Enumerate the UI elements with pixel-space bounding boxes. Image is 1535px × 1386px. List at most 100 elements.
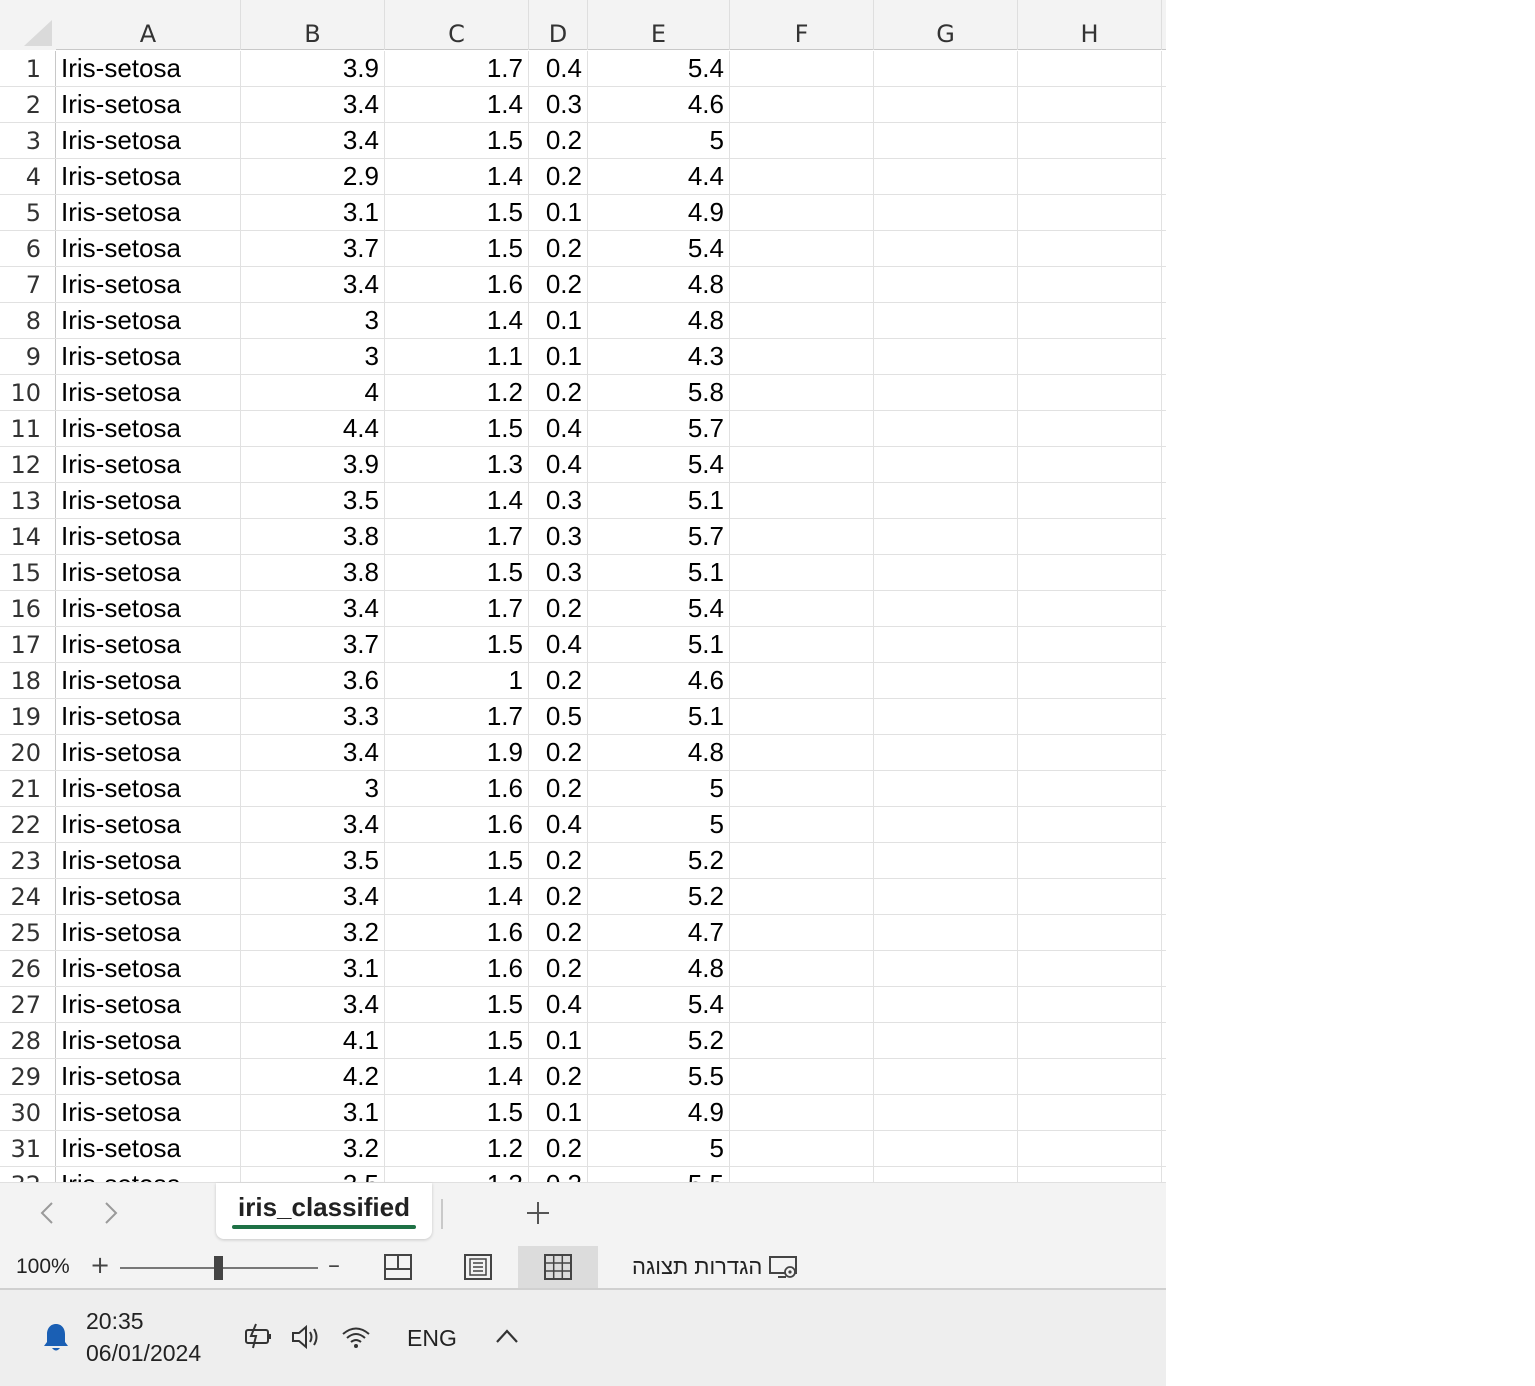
cell-e4[interactable]: 4.4 — [588, 159, 730, 194]
cell-f6[interactable] — [730, 231, 874, 266]
cell-b4[interactable]: 2.9 — [241, 159, 385, 194]
cell-b5[interactable]: 3.1 — [241, 195, 385, 230]
cell-b24[interactable]: 3.4 — [241, 879, 385, 914]
cell-f17[interactable] — [730, 627, 874, 662]
row-header[interactable]: 18 — [0, 663, 56, 698]
cell-c28[interactable]: 1.5 — [385, 1023, 529, 1058]
cell-c17[interactable]: 1.5 — [385, 627, 529, 662]
cell-c20[interactable]: 1.9 — [385, 735, 529, 770]
cell-b8[interactable]: 3 — [241, 303, 385, 338]
cell-f31[interactable] — [730, 1131, 874, 1166]
cell-a1[interactable]: Iris-setosa — [56, 51, 241, 86]
cell-e18[interactable]: 4.6 — [588, 663, 730, 698]
cell-f20[interactable] — [730, 735, 874, 770]
cell-h30[interactable] — [1018, 1095, 1162, 1130]
cell-d17[interactable]: 0.4 — [529, 627, 588, 662]
cell-a4[interactable]: Iris-setosa — [56, 159, 241, 194]
cell-h32[interactable] — [1018, 1167, 1162, 1182]
cell-f1[interactable] — [730, 51, 874, 86]
cell-f13[interactable] — [730, 483, 874, 518]
cell-f21[interactable] — [730, 771, 874, 806]
cell-c30[interactable]: 1.5 — [385, 1095, 529, 1130]
cell-a28[interactable]: Iris-setosa — [56, 1023, 241, 1058]
cell-h19[interactable] — [1018, 699, 1162, 734]
cell-c3[interactable]: 1.5 — [385, 123, 529, 158]
cell-b27[interactable]: 3.4 — [241, 987, 385, 1022]
row-header[interactable]: 13 — [0, 483, 56, 518]
cell-g3[interactable] — [874, 123, 1018, 158]
row-header[interactable]: 9 — [0, 339, 56, 374]
cell-h26[interactable] — [1018, 951, 1162, 986]
cell-g25[interactable] — [874, 915, 1018, 950]
cell-e19[interactable]: 5.1 — [588, 699, 730, 734]
cell-a9[interactable]: Iris-setosa — [56, 339, 241, 374]
cell-b20[interactable]: 3.4 — [241, 735, 385, 770]
cell-f19[interactable] — [730, 699, 874, 734]
row-header[interactable]: 7 — [0, 267, 56, 302]
row-header[interactable]: 29 — [0, 1059, 56, 1094]
cell-d16[interactable]: 0.2 — [529, 591, 588, 626]
cell-c13[interactable]: 1.4 — [385, 483, 529, 518]
cell-a19[interactable]: Iris-setosa — [56, 699, 241, 734]
cell-b23[interactable]: 3.5 — [241, 843, 385, 878]
cell-h7[interactable] — [1018, 267, 1162, 302]
cell-f4[interactable] — [730, 159, 874, 194]
cell-e25[interactable]: 4.7 — [588, 915, 730, 950]
cell-c18[interactable]: 1 — [385, 663, 529, 698]
cell-g32[interactable] — [874, 1167, 1018, 1182]
cell-f9[interactable] — [730, 339, 874, 374]
cell-h20[interactable] — [1018, 735, 1162, 770]
cell-d32[interactable]: 0.2 — [529, 1167, 588, 1182]
cell-a8[interactable]: Iris-setosa — [56, 303, 241, 338]
cell-c4[interactable]: 1.4 — [385, 159, 529, 194]
cell-e31[interactable]: 5 — [588, 1131, 730, 1166]
cell-h25[interactable] — [1018, 915, 1162, 950]
cell-c7[interactable]: 1.6 — [385, 267, 529, 302]
cell-h9[interactable] — [1018, 339, 1162, 374]
cell-f16[interactable] — [730, 591, 874, 626]
cell-b18[interactable]: 3.6 — [241, 663, 385, 698]
cell-b13[interactable]: 3.5 — [241, 483, 385, 518]
cell-a12[interactable]: Iris-setosa — [56, 447, 241, 482]
cell-b16[interactable]: 3.4 — [241, 591, 385, 626]
cell-e30[interactable]: 4.9 — [588, 1095, 730, 1130]
column-header-a[interactable]: A — [56, 0, 241, 50]
cell-d5[interactable]: 0.1 — [529, 195, 588, 230]
cell-b26[interactable]: 3.1 — [241, 951, 385, 986]
cell-a2[interactable]: Iris-setosa — [56, 87, 241, 122]
cell-e6[interactable]: 5.4 — [588, 231, 730, 266]
row-header[interactable]: 11 — [0, 411, 56, 446]
cell-g7[interactable] — [874, 267, 1018, 302]
page-break-preview-button[interactable] — [358, 1246, 438, 1288]
cell-b30[interactable]: 3.1 — [241, 1095, 385, 1130]
cell-h6[interactable] — [1018, 231, 1162, 266]
cell-c26[interactable]: 1.6 — [385, 951, 529, 986]
row-header[interactable]: 20 — [0, 735, 56, 770]
row-header[interactable]: 22 — [0, 807, 56, 842]
row-header[interactable]: 4 — [0, 159, 56, 194]
cell-e28[interactable]: 5.2 — [588, 1023, 730, 1058]
row-header[interactable]: 15 — [0, 555, 56, 590]
display-settings-button[interactable]: הגדרות תצוגה — [632, 1246, 800, 1288]
zoom-percentage[interactable]: 100% — [16, 1255, 70, 1279]
row-header[interactable]: 31 — [0, 1131, 56, 1166]
cell-d31[interactable]: 0.2 — [529, 1131, 588, 1166]
cell-c10[interactable]: 1.2 — [385, 375, 529, 410]
cell-h24[interactable] — [1018, 879, 1162, 914]
cell-g9[interactable] — [874, 339, 1018, 374]
cell-d11[interactable]: 0.4 — [529, 411, 588, 446]
cell-h16[interactable] — [1018, 591, 1162, 626]
cell-d28[interactable]: 0.1 — [529, 1023, 588, 1058]
cell-a20[interactable]: Iris-setosa — [56, 735, 241, 770]
cell-b32[interactable]: 3.5 — [241, 1167, 385, 1182]
cell-d30[interactable]: 0.1 — [529, 1095, 588, 1130]
cell-h12[interactable] — [1018, 447, 1162, 482]
cell-c29[interactable]: 1.4 — [385, 1059, 529, 1094]
cell-f3[interactable] — [730, 123, 874, 158]
cell-g31[interactable] — [874, 1131, 1018, 1166]
cell-c2[interactable]: 1.4 — [385, 87, 529, 122]
cell-c32[interactable]: 1.3 — [385, 1167, 529, 1182]
clock-time[interactable]: 20:35 — [86, 1308, 144, 1335]
row-header[interactable]: 6 — [0, 231, 56, 266]
cell-a5[interactable]: Iris-setosa — [56, 195, 241, 230]
